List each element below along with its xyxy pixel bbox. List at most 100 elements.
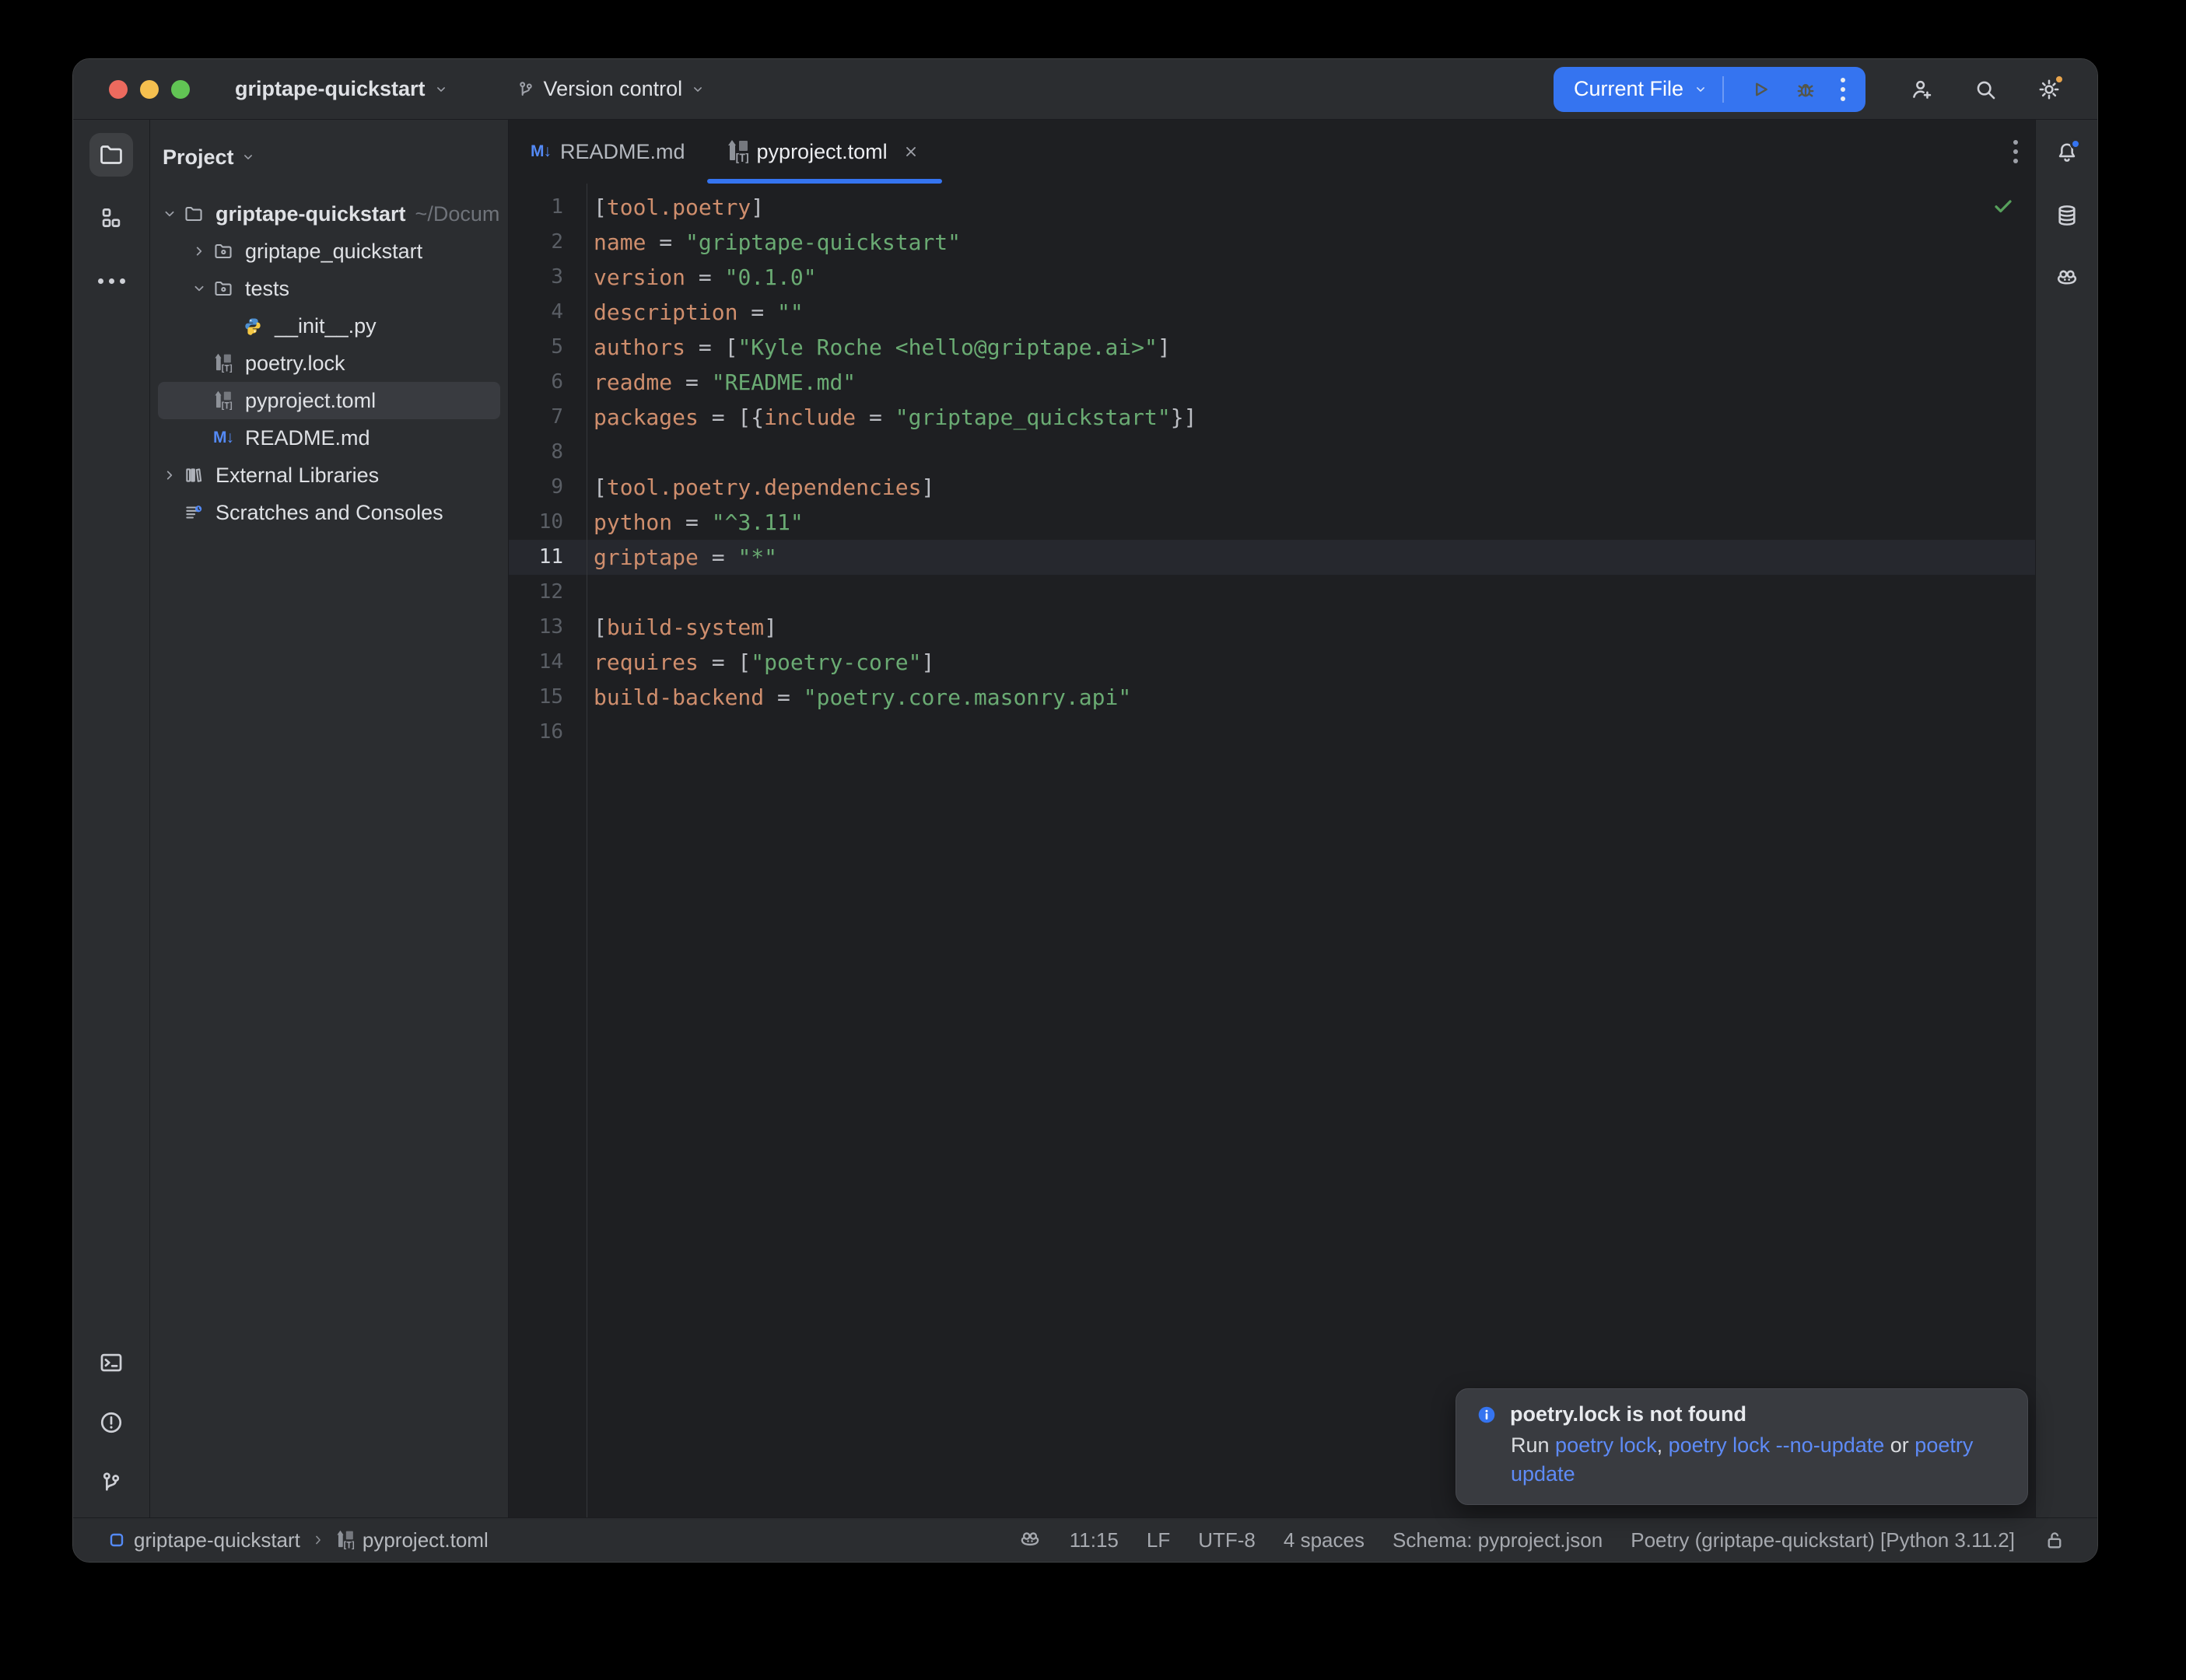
code-line-4[interactable]: 4description = "" [509, 295, 2035, 330]
code-text: readme = "README.md" [587, 365, 856, 400]
code-line-15[interactable]: 15build-backend = "poetry.core.masonry.a… [509, 680, 2035, 715]
code-line-2[interactable]: 2name = "griptape-quickstart" [509, 225, 2035, 260]
structure-icon [98, 205, 124, 231]
status-bar-widgets: 11:15 LF UTF-8 4 spaces Schema: pyproject.js… [1018, 1528, 2066, 1552]
code-line-10[interactable]: 10python = "^3.11" [509, 505, 2035, 540]
status-widget[interactable]: Poetry (griptape-quickstart) [Python 3.1… [1631, 1528, 2015, 1552]
project-tree: griptape-quickstart~/Documegriptape_quic… [150, 194, 508, 531]
close-icon[interactable] [902, 142, 920, 161]
notification-popup: poetry.lock is not found Run poetry lock… [1456, 1388, 2028, 1505]
problems-tool-button[interactable] [89, 1401, 133, 1444]
title-bar: griptape-quickstart Version control Curr… [73, 59, 2097, 120]
status-widget[interactable]: LF [1147, 1528, 1170, 1552]
notification-link[interactable]: poetry lock --no-update [1669, 1433, 1885, 1457]
inspections-ok-icon[interactable] [1992, 194, 2015, 218]
code-line-16[interactable]: 16 [509, 715, 2035, 750]
status-widget[interactable]: UTF-8 [1198, 1528, 1256, 1552]
code-line-11[interactable]: 11griptape = "*" [509, 540, 2035, 575]
line-number: 4 [509, 295, 587, 330]
tree-item--init-py[interactable]: __init__.py [158, 307, 500, 345]
tree-item-griptape-quickstart[interactable]: griptape-quickstart~/Docume [158, 195, 500, 233]
git-branch-icon [516, 79, 536, 100]
tree-item-label: tests [245, 277, 289, 301]
editor-tabs: M↓ README.md [T] pyproject.toml [509, 120, 2035, 184]
tab-readme[interactable]: M↓ README.md [509, 120, 707, 184]
search-everywhere-icon[interactable] [1973, 77, 1998, 102]
code-line-7[interactable]: 7packages = [{include = "griptape_quicks… [509, 400, 2035, 435]
run-config-selector[interactable]: Current File [1574, 77, 1683, 101]
debug-button[interactable] [1794, 78, 1817, 101]
settings-button[interactable] [2037, 77, 2062, 102]
run-more-button[interactable] [1841, 78, 1845, 101]
maximize-window-button[interactable] [171, 80, 190, 99]
chevron-down-icon[interactable] [187, 280, 211, 297]
project-tool-button[interactable] [89, 133, 133, 177]
project-panel-header[interactable]: Project [150, 120, 508, 194]
chevron-right-icon[interactable] [158, 467, 181, 484]
line-number: 12 [509, 575, 587, 610]
tree-item-external-libraries[interactable]: External Libraries [158, 457, 500, 494]
code-line-14[interactable]: 14requires = ["poetry-core"] [509, 645, 2035, 680]
project-widget[interactable]: griptape-quickstart [235, 77, 449, 101]
chevron-down-icon[interactable] [158, 205, 181, 222]
tree-item-label: README.md [245, 426, 370, 450]
breadcrumb-item[interactable]: [T]pyproject.toml [336, 1528, 489, 1552]
ai-assistant-button[interactable] [2045, 257, 2089, 300]
toml-icon: [T] [215, 354, 231, 373]
vcs-tool-button[interactable] [89, 1461, 133, 1504]
line-number: 14 [509, 645, 587, 680]
tree-item-scratches-and-consoles[interactable]: Scratches and Consoles [158, 494, 500, 531]
status-widget[interactable]: 4 spaces [1284, 1528, 1364, 1552]
writable-status-icon[interactable] [2043, 1528, 2066, 1552]
folder-icon [184, 204, 204, 224]
tree-item-tests[interactable]: tests [158, 270, 500, 307]
tree-item-readme-md[interactable]: M↓README.md [158, 419, 500, 457]
ide-window: griptape-quickstart Version control Curr… [72, 58, 2098, 1563]
minimize-window-button[interactable] [140, 80, 159, 99]
code-text: name = "griptape-quickstart" [587, 225, 961, 260]
close-window-button[interactable] [109, 80, 128, 99]
code-line-3[interactable]: 3version = "0.1.0" [509, 260, 2035, 295]
tab-pyproject[interactable]: [T] pyproject.toml [707, 120, 942, 184]
tree-item-griptape-quickstart[interactable]: griptape_quickstart [158, 233, 500, 270]
tab-label: pyproject.toml [757, 140, 888, 164]
code-line-12[interactable]: 12 [509, 575, 2035, 610]
database-tool-button[interactable] [2045, 194, 2089, 237]
settings-notification-badge [2054, 74, 2065, 85]
tree-item-poetry-lock[interactable]: [T]poetry.lock [158, 345, 500, 382]
code-line-1[interactable]: 1[tool.poetry] [509, 190, 2035, 225]
status-widget[interactable]: Schema: pyproject.json [1393, 1528, 1603, 1552]
toml-icon: [T] [338, 1531, 353, 1549]
terminal-tool-button[interactable] [89, 1341, 133, 1384]
code-editor[interactable]: 1[tool.poetry]2name = "griptape-quicksta… [509, 184, 2035, 1517]
notification-link[interactable]: poetry lock [1555, 1433, 1657, 1457]
code-text: packages = [{include = "griptape_quickst… [587, 400, 1196, 435]
tab-options-button[interactable] [2013, 140, 2018, 163]
chevron-down-icon[interactable] [1693, 82, 1708, 97]
breadcrumb-separator-icon [310, 1532, 326, 1548]
toml-icon: [T] [729, 141, 748, 163]
status-widget[interactable]: 11:15 [1070, 1528, 1119, 1552]
code-line-13[interactable]: 13[build-system] [509, 610, 2035, 645]
chevron-right-icon[interactable] [187, 243, 211, 260]
code-with-me-icon[interactable] [1909, 77, 1934, 102]
code-line-8[interactable]: 8 [509, 435, 2035, 470]
vcs-widget[interactable]: Version control [516, 77, 706, 101]
code-line-9[interactable]: 9[tool.poetry.dependencies] [509, 470, 2035, 505]
code-text: [tool.poetry] [587, 190, 764, 225]
notifications-button[interactable] [2045, 131, 2089, 174]
run-button[interactable] [1749, 78, 1772, 101]
breadcrumb-item[interactable]: griptape-quickstart [107, 1528, 300, 1552]
code-text [587, 435, 594, 470]
titlebar-actions [1909, 77, 2062, 102]
tree-item-pyproject-toml[interactable]: [T]pyproject.toml [158, 382, 500, 419]
more-tool-windows-button[interactable] [89, 259, 133, 303]
breadcrumb: griptape-quickstart [T]pyproject.toml [107, 1528, 489, 1552]
structure-tool-button[interactable] [89, 196, 133, 240]
database-icon [2055, 203, 2079, 228]
ai-assistant-status-icon[interactable] [1018, 1528, 1042, 1552]
code-line-6[interactable]: 6readme = "README.md" [509, 365, 2035, 400]
tree-item-label: __init__.py [275, 314, 377, 338]
code-line-5[interactable]: 5authors = ["Kyle Roche <hello@griptape.… [509, 330, 2035, 365]
git-branch-icon [98, 1469, 124, 1496]
